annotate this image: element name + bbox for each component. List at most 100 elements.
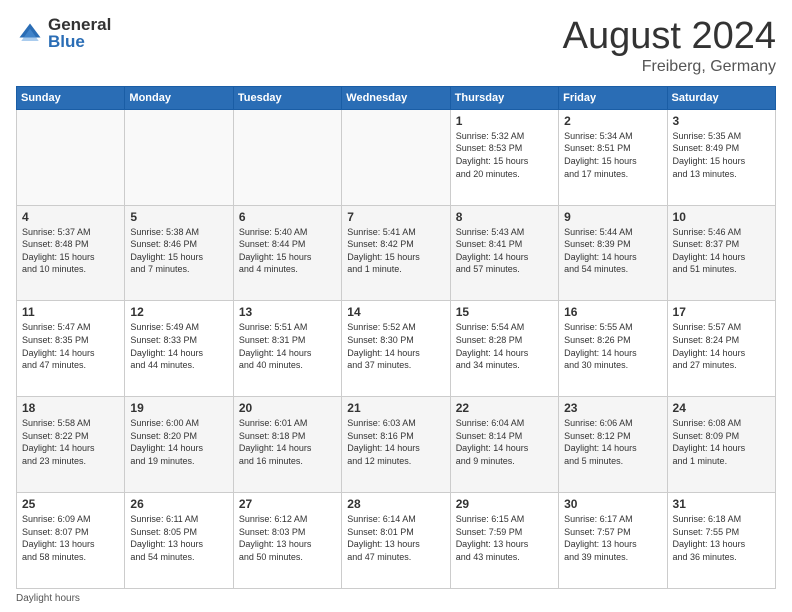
calendar-cell [342,109,450,205]
calendar-cell: 13 Sunrise: 5:51 AM Sunset: 8:31 PM Dayli… [233,301,341,397]
day-info: Sunrise: 6:06 AM Sunset: 8:12 PM Dayligh… [564,417,661,467]
calendar-cell: 12Sunrise: 5:49 AM Sunset: 8:33 PM Dayli… [125,301,233,397]
day-info: Sunrise: 5:46 AM Sunset: 8:37 PM Dayligh… [673,226,770,276]
day-number: 26 [130,497,227,511]
month-title: August 2024 [563,16,776,58]
day-number: 17 [673,305,770,319]
day-info: Sunrise: 5:55 AM Sunset: 8:26 PM Dayligh… [564,321,661,371]
day-number: 16 [564,305,661,319]
day-info: Sunrise: 6:01 AM Sunset: 8:18 PM Dayligh… [239,417,336,467]
day-number: 4 [22,210,119,224]
day-number: 7 [347,210,444,224]
calendar-cell: 30Sunrise: 6:17 AM Sunset: 7:57 PM Dayli… [559,493,667,589]
calendar-cell: 16 Sunrise: 5:55 AM Sunset: 8:26 PM Dayli… [559,301,667,397]
day-info: Sunrise: 5:34 AM Sunset: 8:51 PM Dayligh… [564,130,661,180]
day-info: Sunrise: 6:17 AM Sunset: 7:57 PM Dayligh… [564,513,661,563]
location-title: Freiberg, Germany [563,58,776,76]
col-saturday: Saturday [667,86,775,109]
day-number: 1 [456,114,553,128]
col-wednesday: Wednesday [342,86,450,109]
page: General Blue August 2024 Freiberg, Germa… [0,0,792,612]
calendar-cell: 8 Sunrise: 5:43 AM Sunset: 8:41 PM Daylig… [450,205,558,301]
day-info: Sunrise: 6:11 AM Sunset: 8:05 PM Dayligh… [130,513,227,563]
day-info: Sunrise: 5:43 AM Sunset: 8:41 PM Dayligh… [456,226,553,276]
calendar-cell: 3Sunrise: 5:35 AM Sunset: 8:49 PM Daylig… [667,109,775,205]
title-block: August 2024 Freiberg, Germany [563,16,776,76]
day-info: Sunrise: 5:44 AM Sunset: 8:39 PM Dayligh… [564,226,661,276]
calendar-row-2: 11Sunrise: 5:47 AM Sunset: 8:35 PM Dayli… [17,301,776,397]
day-number: 23 [564,401,661,415]
day-info: Sunrise: 6:09 AM Sunset: 8:07 PM Dayligh… [22,513,119,563]
day-number: 9 [564,210,661,224]
calendar-cell [233,109,341,205]
calendar-cell: 18Sunrise: 5:58 AM Sunset: 8:22 PM Dayli… [17,397,125,493]
day-number: 22 [456,401,553,415]
calendar-row-0: 1 Sunrise: 5:32 AM Sunset: 8:53 PM Daylig… [17,109,776,205]
logo-text: General Blue [48,16,111,51]
day-info: Sunrise: 6:14 AM Sunset: 8:01 PM Dayligh… [347,513,444,563]
day-info: Sunrise: 6:04 AM Sunset: 8:14 PM Dayligh… [456,417,553,467]
day-info: Sunrise: 5:32 AM Sunset: 8:53 PM Dayligh… [456,130,553,180]
day-number: 5 [130,210,227,224]
day-number: 13 [239,305,336,319]
calendar-cell: 4 Sunrise: 5:37 AM Sunset: 8:48 PM Daylig… [17,205,125,301]
calendar-row-3: 18Sunrise: 5:58 AM Sunset: 8:22 PM Dayli… [17,397,776,493]
day-number: 31 [673,497,770,511]
calendar-cell: 25 Sunrise: 6:09 AM Sunset: 8:07 PM Dayli… [17,493,125,589]
day-number: 11 [22,305,119,319]
day-info: Sunrise: 5:52 AM Sunset: 8:30 PM Dayligh… [347,321,444,371]
calendar-cell: 27Sunrise: 6:12 AM Sunset: 8:03 PM Dayli… [233,493,341,589]
day-number: 8 [456,210,553,224]
col-tuesday: Tuesday [233,86,341,109]
day-info: Sunrise: 5:35 AM Sunset: 8:49 PM Dayligh… [673,130,770,180]
day-number: 28 [347,497,444,511]
day-info: Sunrise: 5:54 AM Sunset: 8:28 PM Dayligh… [456,321,553,371]
logo-icon [16,20,44,48]
day-info: Sunrise: 5:51 AM Sunset: 8:31 PM Dayligh… [239,321,336,371]
col-thursday: Thursday [450,86,558,109]
calendar-cell: 2Sunrise: 5:34 AM Sunset: 8:51 PM Daylig… [559,109,667,205]
logo-blue: Blue [48,33,111,52]
calendar-cell: 15 Sunrise: 5:54 AM Sunset: 8:28 PM Dayli… [450,301,558,397]
calendar-cell [17,109,125,205]
day-number: 24 [673,401,770,415]
day-info: Sunrise: 6:08 AM Sunset: 8:09 PM Dayligh… [673,417,770,467]
col-sunday: Sunday [17,86,125,109]
footer-note: Daylight hours [16,593,776,604]
calendar-cell: 9 Sunrise: 5:44 AM Sunset: 8:39 PM Daylig… [559,205,667,301]
day-number: 18 [22,401,119,415]
day-number: 21 [347,401,444,415]
calendar-row-4: 25 Sunrise: 6:09 AM Sunset: 8:07 PM Dayli… [17,493,776,589]
day-number: 27 [239,497,336,511]
calendar-cell: 7 Sunrise: 5:41 AM Sunset: 8:42 PM Daylig… [342,205,450,301]
day-number: 15 [456,305,553,319]
day-info: Sunrise: 6:15 AM Sunset: 7:59 PM Dayligh… [456,513,553,563]
calendar-cell: 5Sunrise: 5:38 AM Sunset: 8:46 PM Daylig… [125,205,233,301]
day-info: Sunrise: 5:57 AM Sunset: 8:24 PM Dayligh… [673,321,770,371]
day-number: 10 [673,210,770,224]
calendar-cell: 24 Sunrise: 6:08 AM Sunset: 8:09 PM Dayli… [667,397,775,493]
calendar-cell: 28 Sunrise: 6:14 AM Sunset: 8:01 PM Dayli… [342,493,450,589]
header: General Blue August 2024 Freiberg, Germa… [16,16,776,76]
day-number: 20 [239,401,336,415]
day-info: Sunrise: 5:41 AM Sunset: 8:42 PM Dayligh… [347,226,444,276]
calendar-cell [125,109,233,205]
calendar-header-row: Sunday Monday Tuesday Wednesday Thursday… [17,86,776,109]
day-info: Sunrise: 6:18 AM Sunset: 7:55 PM Dayligh… [673,513,770,563]
calendar-cell: 21 Sunrise: 6:03 AM Sunset: 8:16 PM Dayli… [342,397,450,493]
calendar-cell: 14Sunrise: 5:52 AM Sunset: 8:30 PM Dayli… [342,301,450,397]
col-friday: Friday [559,86,667,109]
calendar-cell: 6Sunrise: 5:40 AM Sunset: 8:44 PM Daylig… [233,205,341,301]
calendar-table: Sunday Monday Tuesday Wednesday Thursday… [16,86,776,589]
day-info: Sunrise: 6:00 AM Sunset: 8:20 PM Dayligh… [130,417,227,467]
calendar-cell: 23 Sunrise: 6:06 AM Sunset: 8:12 PM Dayli… [559,397,667,493]
day-number: 12 [130,305,227,319]
day-info: Sunrise: 5:37 AM Sunset: 8:48 PM Dayligh… [22,226,119,276]
calendar-cell: 20 Sunrise: 6:01 AM Sunset: 8:18 PM Dayli… [233,397,341,493]
day-number: 19 [130,401,227,415]
calendar-row-1: 4 Sunrise: 5:37 AM Sunset: 8:48 PM Daylig… [17,205,776,301]
calendar-cell: 11Sunrise: 5:47 AM Sunset: 8:35 PM Dayli… [17,301,125,397]
day-info: Sunrise: 6:03 AM Sunset: 8:16 PM Dayligh… [347,417,444,467]
calendar-cell: 10 Sunrise: 5:46 AM Sunset: 8:37 PM Dayli… [667,205,775,301]
day-number: 25 [22,497,119,511]
